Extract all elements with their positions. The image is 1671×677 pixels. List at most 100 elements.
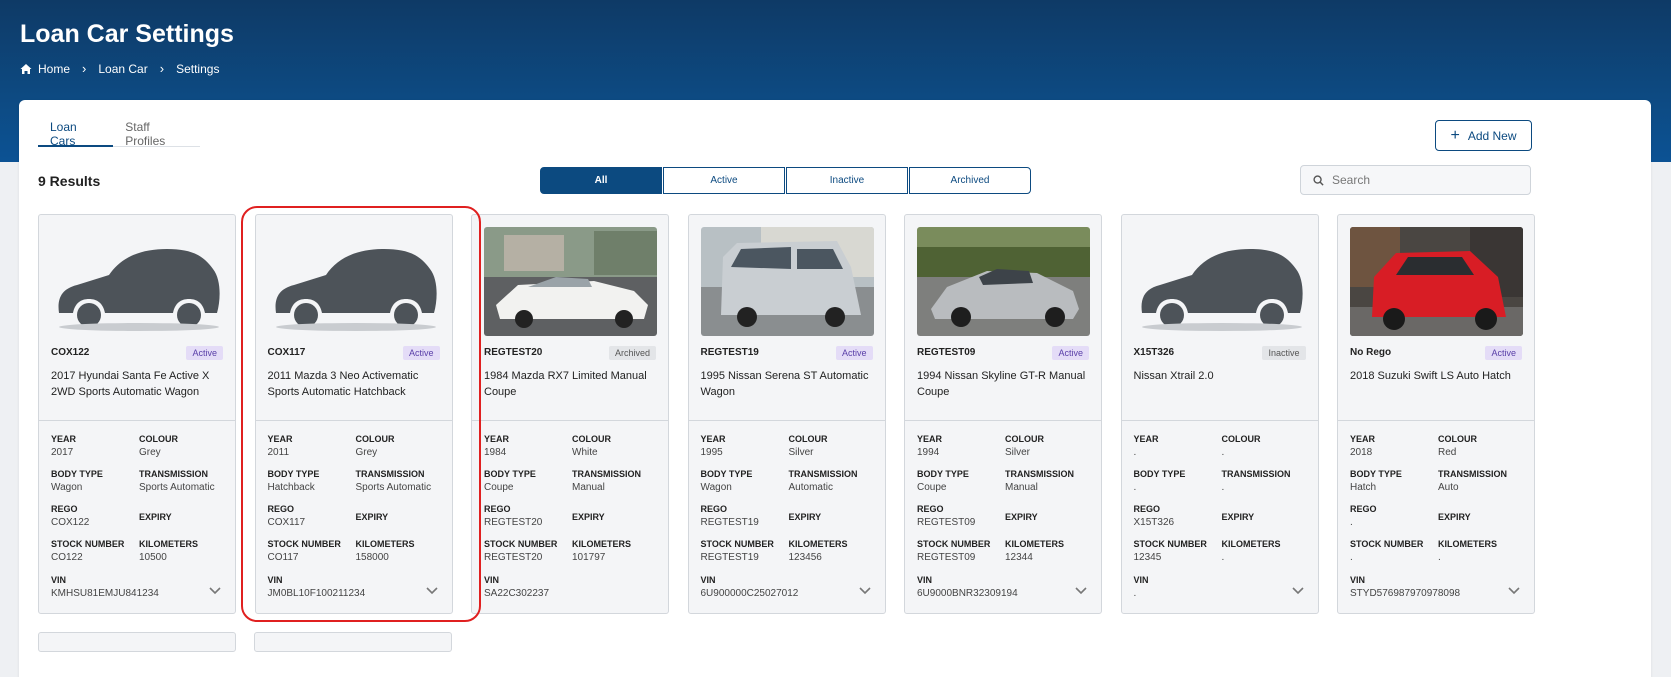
results-count: 9 Results: [38, 173, 101, 189]
stock-number-label: STOCK NUMBER: [51, 539, 125, 549]
year-value: 1995: [700, 447, 723, 458]
filter-all[interactable]: All: [540, 167, 662, 194]
year-field: YEAR .: [1134, 434, 1159, 458]
stock-number-value: 12345: [1133, 552, 1162, 563]
transmission-field: TRANSMISSION .: [1222, 469, 1291, 493]
vin-field: VIN SA22C302237: [484, 575, 549, 599]
add-new-button[interactable]: + Add New: [1435, 120, 1532, 151]
stock-number-value: .: [1350, 552, 1353, 563]
tab-staff-profiles[interactable]: Staff Profiles: [113, 108, 200, 148]
rego-label: REGO: [917, 504, 944, 514]
car-card-partial[interactable]: [254, 632, 452, 652]
home-icon: [20, 63, 32, 74]
card-divider: [1121, 420, 1318, 421]
stock-number-label: STOCK NUMBER: [700, 539, 774, 549]
chevron-down-icon[interactable]: [1291, 587, 1304, 595]
car-image: [1133, 227, 1307, 336]
chevron-down-icon[interactable]: [209, 587, 221, 595]
car-card[interactable]: REGTEST09 Active 1994 Nissan Skyline GT-…: [904, 214, 1102, 614]
car-card[interactable]: X15T326 Inactive Nissan Xtrail 2.0 YEAR …: [1120, 214, 1319, 614]
chevron-down-icon[interactable]: [1075, 587, 1087, 595]
year-value: 1994: [917, 447, 940, 458]
transmission-field: TRANSMISSION Manual: [572, 469, 641, 493]
tab-loan-cars[interactable]: Loan Cars: [38, 108, 114, 148]
rego-label: REGO: [700, 504, 728, 514]
stock-number-label: STOCK NUMBER: [1133, 539, 1207, 549]
filter-inactive[interactable]: Inactive: [786, 167, 908, 194]
car-name: 1984 Mazda RX7 Limited Manual Coupe: [484, 370, 647, 398]
kilometers-field: KILOMETERS 10500: [139, 539, 198, 563]
rego-value: COX122: [51, 517, 90, 528]
colour-value: Silver: [788, 447, 814, 458]
colour-label: COLOUR: [1221, 434, 1261, 444]
chevron-down-icon[interactable]: [858, 587, 871, 595]
kilometers-value: 123456: [788, 552, 822, 563]
filter-active[interactable]: Active: [663, 167, 785, 194]
tab-bar: Loan Cars Staff Profiles: [38, 108, 200, 148]
year-label: YEAR: [1350, 434, 1376, 444]
rego-value: REGTEST20: [484, 517, 543, 528]
kilometers-value: .: [1438, 552, 1441, 563]
year-label: YEAR: [700, 434, 726, 444]
expiry-field: EXPIRY: [1222, 512, 1255, 525]
kilometers-value: .: [1221, 552, 1225, 563]
body-type-label: BODY TYPE: [917, 469, 969, 479]
breadcrumb-settings: Settings: [176, 61, 220, 76]
car-card[interactable]: No Rego Active 2018 Suzuki Swift LS Auto…: [1337, 214, 1535, 614]
car-card[interactable]: REGTEST19 Active 1995 Nissan Serena ST A…: [687, 214, 886, 614]
card-divider: [1338, 420, 1534, 421]
card-divider: [688, 420, 885, 421]
status-badge: Active: [1052, 346, 1089, 360]
transmission-label: TRANSMISSION: [1438, 469, 1508, 479]
breadcrumb-loan-car[interactable]: Loan Car: [98, 62, 147, 76]
breadcrumb-home[interactable]: Home: [20, 62, 70, 76]
year-field: YEAR 1994: [917, 434, 942, 458]
vin-field: VIN 6U900000C25027012: [701, 575, 799, 599]
vin-value: .: [1133, 588, 1137, 599]
stock-number-value: CO122: [51, 552, 83, 563]
rego-value: REGTEST19: [700, 517, 759, 528]
kilometers-value: 101797: [572, 552, 606, 563]
colour-field: COLOUR Red: [1438, 434, 1477, 458]
body-type-value: .: [1133, 482, 1137, 493]
colour-value: Red: [1438, 447, 1457, 458]
stock-number-field: STOCK NUMBER CO122: [51, 539, 124, 563]
car-card[interactable]: COX122 Active 2017 Hyundai Santa Fe Acti…: [38, 214, 236, 614]
body-type-label: BODY TYPE: [51, 469, 103, 479]
vin-value: 6U900000C25027012: [700, 588, 799, 599]
stock-number-field: STOCK NUMBER REGTEST20: [484, 539, 557, 563]
kilometers-value: 10500: [139, 552, 167, 563]
colour-label: COLOUR: [1005, 434, 1044, 444]
stock-number-value: REGTEST20: [484, 552, 543, 563]
car-image: [1350, 227, 1523, 336]
body-type-field: BODY TYPE Coupe: [484, 469, 536, 493]
car-card-partial[interactable]: [38, 632, 236, 652]
colour-label: COLOUR: [788, 434, 828, 444]
body-type-field: BODY TYPE Hatch: [1350, 469, 1402, 493]
car-image: [484, 227, 657, 336]
colour-value: .: [1221, 447, 1225, 458]
filter-archived[interactable]: Archived: [909, 167, 1031, 194]
body-type-label: BODY TYPE: [484, 469, 536, 479]
stock-number-field: STOCK NUMBER REGTEST19: [701, 539, 774, 563]
card-divider: [39, 420, 235, 421]
add-new-label: Add New: [1467, 128, 1517, 143]
search-input[interactable]: [1332, 173, 1522, 187]
vin-value: KMHSU81EMJU841234: [51, 588, 159, 599]
year-label: YEAR: [484, 434, 510, 444]
colour-field: COLOUR White: [572, 434, 611, 458]
body-type-value: Coupe: [917, 482, 947, 493]
body-type-field: BODY TYPE Wagon: [51, 469, 103, 493]
transmission-field: TRANSMISSION Sports Automatic: [139, 469, 215, 493]
selection-highlight: [241, 206, 481, 622]
transmission-value: Automatic: [788, 482, 833, 493]
chevron-down-icon[interactable]: [1508, 587, 1520, 595]
kilometers-label: KILOMETERS: [139, 539, 199, 549]
chevron-right-icon: ›: [159, 61, 165, 76]
year-value: 2017: [51, 447, 74, 458]
card-divider: [905, 420, 1101, 421]
rego-field: REGO COX122: [51, 504, 89, 528]
transmission-value: Auto: [1438, 482, 1459, 493]
car-card[interactable]: REGTEST20 Archived 1984 Mazda RX7 Limite…: [471, 214, 669, 614]
vin-label: VIN: [51, 575, 67, 585]
